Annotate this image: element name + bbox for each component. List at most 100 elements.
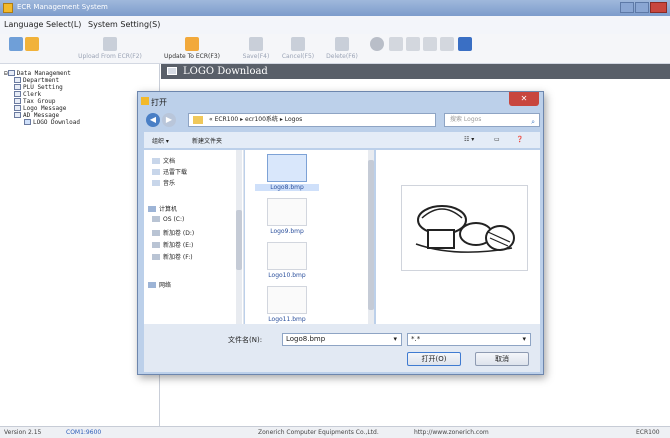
file-name: Logo11.bmp (268, 316, 306, 323)
tree-item-ad-message[interactable]: AD Message (14, 112, 59, 119)
filetype-select[interactable]: *.* ▾ (407, 333, 531, 346)
update-label: Update To ECR(F3) (164, 53, 220, 60)
tool-button-a[interactable] (389, 37, 403, 53)
close-button[interactable] (650, 2, 667, 13)
save-button[interactable]: Save(F4) (236, 37, 276, 60)
status-device: ECR100 (636, 429, 660, 436)
nav-label: OS (C:) (163, 216, 185, 223)
maximize-button[interactable] (635, 2, 649, 13)
toolbar-icon-2[interactable] (25, 37, 39, 53)
upload-icon (103, 37, 117, 51)
tool-button-d[interactable] (440, 37, 454, 53)
navigation-tree: ⊟ Data Management Department PLU Setting … (0, 64, 160, 426)
address-bar[interactable]: « ECR100 ▸ ecr100系统 ▸ Logos (188, 113, 436, 127)
file-list-scrollbar[interactable] (368, 150, 374, 324)
nav-item-computer[interactable]: 计算机 (148, 204, 177, 213)
nav-item-drive-e[interactable]: 新加卷 (E:) (152, 240, 193, 249)
network-icon (148, 282, 156, 288)
grid-icon (423, 37, 437, 51)
tree-item-label: Tax Group (23, 98, 56, 105)
drive-icon (152, 254, 160, 260)
stop-button[interactable] (370, 37, 384, 53)
tree-item-clerk[interactable]: Clerk (14, 91, 41, 98)
toolbar-icon-1[interactable] (9, 37, 23, 53)
picture-icon (167, 67, 177, 75)
table-icon (14, 105, 21, 111)
chevron-down-icon: ▾ (522, 335, 526, 343)
list-icon (440, 37, 454, 51)
menu-language-select[interactable]: Language Select(L) (4, 20, 81, 29)
new-folder-button[interactable]: 新建文件夹 (192, 136, 222, 145)
tree-root[interactable]: ⊟ Data Management (4, 70, 71, 77)
tree-item-department[interactable]: Department (14, 77, 59, 84)
edit-icon (389, 37, 403, 51)
tree-item-logo-message[interactable]: Logo Message (14, 105, 66, 112)
file-item[interactable]: Logo9.bmp (255, 198, 319, 235)
dialog-close-button[interactable]: ✕ (509, 92, 539, 106)
organize-button[interactable]: 组织 ▾ (152, 136, 169, 145)
forward-button[interactable]: ▶ (162, 113, 176, 127)
nav-label: 网络 (159, 282, 172, 289)
picture-icon (24, 119, 31, 125)
upload-button[interactable]: Upload From ECR(F2) (70, 37, 150, 60)
content-header-title: LOGO Download (183, 66, 268, 77)
update-button[interactable]: Update To ECR(F3) (152, 37, 232, 60)
stop-icon (370, 37, 384, 51)
delete-button[interactable]: Delete(F6) (322, 37, 362, 60)
menu-system-setting[interactable]: System Setting(S) (88, 20, 160, 29)
filename-field[interactable]: Logo8.bmp ▾ (282, 333, 402, 346)
table-icon (14, 84, 21, 90)
cancel-dialog-button[interactable]: 取消 (475, 352, 529, 366)
tree-item-label: Clerk (23, 91, 42, 98)
folder-icon (193, 116, 203, 124)
help-icon[interactable]: ❓ (516, 136, 523, 143)
view-toggle-icon[interactable]: ☷ ▾ (464, 136, 474, 143)
title-bar: ECR Management System (0, 0, 670, 16)
search-input[interactable]: 搜索 Logos ⌕ (444, 113, 540, 127)
cancel-button[interactable]: Cancel(F5) (276, 37, 320, 60)
back-button[interactable]: ◀ (146, 113, 160, 127)
bitmap-thumbnail-icon (267, 154, 307, 182)
content-header: LOGO Download (161, 64, 670, 79)
cancel-icon (291, 37, 305, 51)
file-item[interactable]: Logo11.bmp (255, 286, 319, 323)
nav-scrollbar-thumb[interactable] (236, 210, 242, 270)
save-icon (249, 37, 263, 51)
nav-item-xunlei[interactable]: 迅雷下载 (152, 167, 187, 176)
tree-item-plu-setting[interactable]: PLU Setting (14, 84, 63, 91)
preview-pane-icon[interactable]: ▭ (494, 136, 500, 143)
tree-item-label: Department (23, 77, 60, 84)
status-url: http://www.zonerich.com (414, 429, 489, 436)
bitmap-thumbnail-icon (267, 286, 307, 314)
nav-item-drive-d[interactable]: 新加卷 (D:) (152, 228, 194, 237)
nav-item-documents[interactable]: 文档 (152, 156, 175, 165)
tree-item-logo-download[interactable]: LOGO Download (24, 119, 80, 126)
tool-button-b[interactable] (406, 37, 420, 53)
file-item[interactable]: Logo8.bmp (255, 154, 319, 191)
save-label: Save(F4) (242, 53, 270, 60)
music-icon (152, 180, 160, 186)
bitmap-thumbnail-icon (267, 198, 307, 226)
nav-item-drive-c[interactable]: OS (C:) (152, 216, 184, 223)
status-version: Version 2.15 (4, 429, 42, 436)
nav-label: 迅雷下载 (163, 169, 188, 176)
nav-item-network[interactable]: 网络 (148, 280, 171, 289)
navigation-pane: 文档 迅雷下载 音乐 计算机 OS (C:) 新加卷 (D:) 新加卷 (E:)… (144, 150, 244, 324)
tool-button-e[interactable] (458, 37, 472, 53)
tree-item-label: PLU Setting (23, 84, 63, 91)
nav-scrollbar[interactable] (236, 150, 242, 324)
file-list-scrollbar-thumb[interactable] (368, 160, 374, 310)
status-port: COM1:9600 (66, 429, 102, 436)
upload-label: Upload From ECR(F2) (78, 53, 142, 60)
minimize-button[interactable] (620, 2, 634, 13)
dialog-nav-row: ◀ ▶ « ECR100 ▸ ecr100系统 ▸ Logos 搜索 Logos… (144, 111, 540, 129)
tree-item-tax-group[interactable]: Tax Group (14, 98, 56, 105)
nav-item-drive-f[interactable]: 新加卷 (F:) (152, 252, 193, 261)
nav-item-music[interactable]: 音乐 (152, 178, 175, 187)
filename-label: 文件名(N): (228, 336, 263, 344)
file-item[interactable]: Logo10.bmp (255, 242, 319, 279)
tool-button-c[interactable] (423, 37, 437, 53)
status-company: Zonerich Computer Equipments Co.,Ltd. (258, 429, 379, 436)
open-button[interactable]: 打开(O) (407, 352, 461, 366)
search-icon: ⌕ (531, 118, 535, 126)
